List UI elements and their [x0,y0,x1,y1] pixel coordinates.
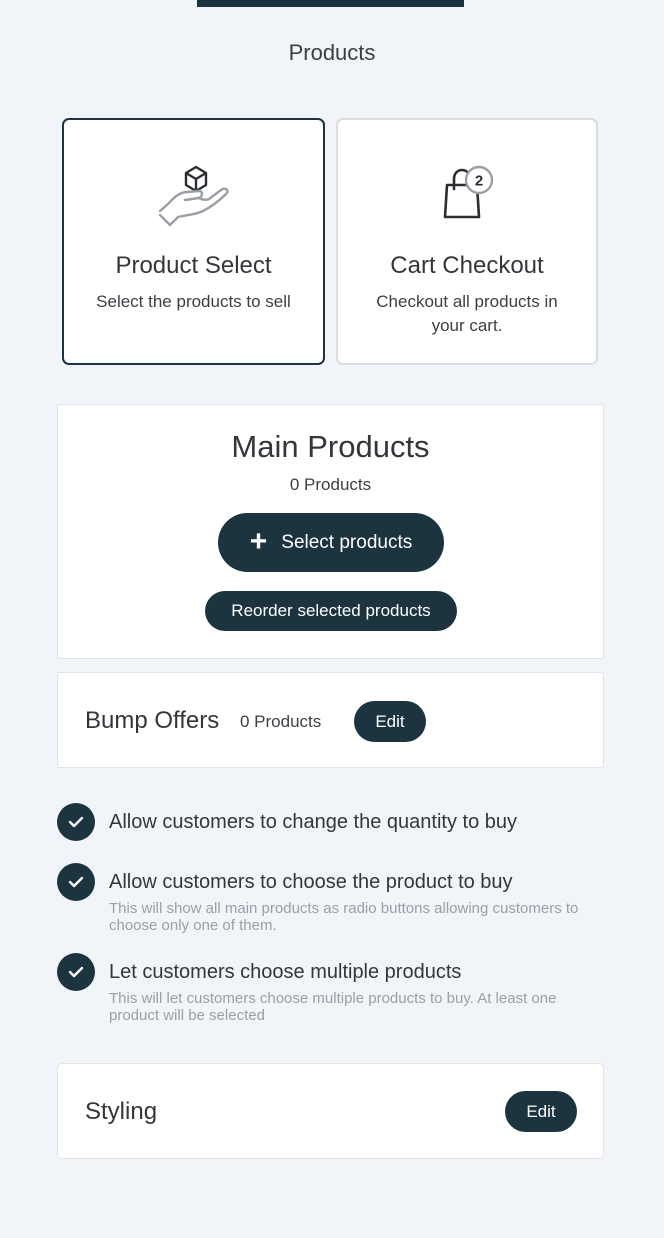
styling-panel: Styling Edit [57,1063,604,1159]
hand-box-icon [64,160,323,230]
main-products-count: 0 Products [289,475,372,494]
mode-card-product-select[interactable]: Product Select Select the products to se… [62,118,325,365]
select-products-button[interactable]: + Select products [218,513,444,572]
page-title: Products [288,40,376,65]
bump-offers-title: Bump Offers [85,707,220,734]
bump-offers-edit-button[interactable]: Edit [354,701,426,742]
progress-bar-indicator [197,0,464,7]
mode-card-title: Cart Checkout [390,252,544,279]
shopping-bag-icon: 2 [338,160,596,230]
checkbox-checked[interactable] [57,953,95,991]
checkmark-icon [68,876,84,888]
option-help-text: This will show all main products as radi… [109,900,579,934]
reorder-products-button[interactable]: Reorder selected products [205,591,457,631]
main-products-title: Main Products [231,429,430,464]
mode-card-description: Checkout all products in your cart. [376,292,558,335]
cart-badge-count: 2 [475,173,483,190]
checkbox-checked[interactable] [57,863,95,901]
checkmark-icon [68,966,84,978]
plus-icon: + [249,524,268,558]
main-products-panel: Main Products 0 Products + Select produc… [57,404,604,659]
option-help-text: This will let customers choose multiple … [109,990,557,1024]
checkbox-checked[interactable] [57,803,95,841]
styling-title: Styling [85,1098,158,1125]
checkmark-icon [68,816,84,828]
option-label: Allow customers to choose the product to… [109,871,513,893]
mode-card-description: Select the products to sell [96,292,291,311]
bump-offers-panel: Bump Offers 0 Products Edit [57,672,604,768]
mode-card-title: Product Select [115,252,272,279]
styling-edit-button[interactable]: Edit [505,1091,577,1132]
option-label: Allow customers to change the quantity t… [109,811,518,833]
select-products-label: Select products [281,531,413,553]
option-label: Let customers choose multiple products [109,961,462,983]
bump-offers-count: 0 Products [240,712,322,731]
mode-card-cart-checkout[interactable]: 2 Cart Checkout Checkout all products in… [336,118,598,365]
